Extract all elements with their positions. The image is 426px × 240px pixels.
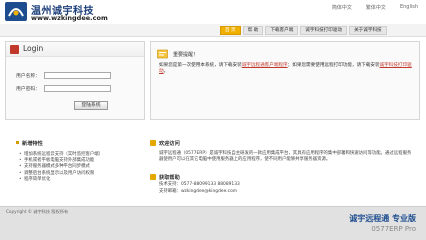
password-label: 用户密码： xyxy=(16,87,40,92)
welcome-icon xyxy=(150,140,156,146)
feature-item: 程序简单优化 xyxy=(17,177,149,183)
username-label: 用户名称： xyxy=(16,74,40,79)
features-section: 新增特性 增加系统远程云支持（实时监控客户端） 手机或者平板电脑支持外部集成功能… xyxy=(16,140,149,183)
welcome-section: 欢迎访问 诚宇远程通（0577ERP）是诚宇科技自主研发的一款应用集成平台，其具… xyxy=(150,140,420,163)
notice-panel: 重要提醒！ 如果您是第一次使用本系统，请下载安装诚宇远程通客户端程序；如果您需要… xyxy=(150,41,420,120)
footer: Copyright © 诚宇科技 版权所有 诚宇远程通 专业版 0577ERP … xyxy=(0,206,426,240)
login-button[interactable]: 登陆系统 xyxy=(74,101,108,110)
support-email: 支持邮箱：wzkingdee@kingdee.com xyxy=(159,189,238,194)
header: 温州诚宇科技 www.wzkingdee.com 简体中文 繁体中文 Engli… xyxy=(0,0,426,24)
login-title: Login xyxy=(23,44,44,53)
company-logo xyxy=(5,2,27,21)
welcome-title: 欢迎访问 xyxy=(159,141,180,147)
features-title: 新增特性 xyxy=(16,140,149,147)
tab-download-client[interactable]: 下载客户端 xyxy=(265,26,299,35)
notice-icon xyxy=(157,49,168,59)
notice-title: 重要提醒！ xyxy=(173,52,199,58)
notice-body: 如果您是第一次使用本系统，请下载安装诚宇远程通客户端程序；如果您需要使用远程打印… xyxy=(159,63,415,76)
lang-simplified-link[interactable]: 简体中文 xyxy=(332,4,352,11)
notice-text: 如果您是第一次使用本系统，请下载安装 xyxy=(159,63,242,68)
product-subtitle: 0577ERP Pro xyxy=(371,225,416,233)
brand-url: www.wzkingdee.com xyxy=(31,14,108,22)
language-links: 简体中文 繁体中文 English xyxy=(332,4,418,11)
client-download-link[interactable]: 诚宇远程通客户端程序 xyxy=(242,63,288,68)
username-input[interactable] xyxy=(44,72,111,79)
copyright: Copyright © 诚宇科技 版权所有 xyxy=(6,209,69,214)
lang-traditional-link[interactable]: 繁体中文 xyxy=(366,4,386,11)
tab-home[interactable]: 首 页 xyxy=(220,26,241,35)
support-phone: 技术支持：0577-88099133 88089133 xyxy=(159,182,240,187)
tab-about[interactable]: 关于诚宇科技 xyxy=(349,26,387,35)
main-nav: 首 页 帮 助 下载客户端 诚宇科技打印驱动 关于诚宇科技 xyxy=(0,24,426,37)
password-input[interactable] xyxy=(44,85,111,92)
product-name: 诚宇远程通 专业版 xyxy=(349,214,416,223)
help-section: 获取帮助 技术支持：0577-88099133 88089133 支持邮箱：wz… xyxy=(150,174,310,195)
notice-text: ；如果您需要使用远程打印功能，请下载安装 xyxy=(287,63,380,68)
tab-print-driver[interactable]: 诚宇科技打印驱动 xyxy=(300,26,348,35)
notice-text: 。 xyxy=(163,69,169,75)
welcome-body: 诚宇远程通（0577ERP）是诚宇科技自主研发的一款应用集成平台，其具有应用程序… xyxy=(159,151,412,163)
tab-help[interactable]: 帮 助 xyxy=(242,26,264,35)
login-panel: Login 用户名称： 用户密码： 登陆系统 xyxy=(5,41,145,120)
help-icon xyxy=(150,174,156,180)
login-icon xyxy=(10,45,19,54)
help-title: 获取帮助 xyxy=(159,175,180,181)
lang-english-link[interactable]: English xyxy=(400,4,418,11)
